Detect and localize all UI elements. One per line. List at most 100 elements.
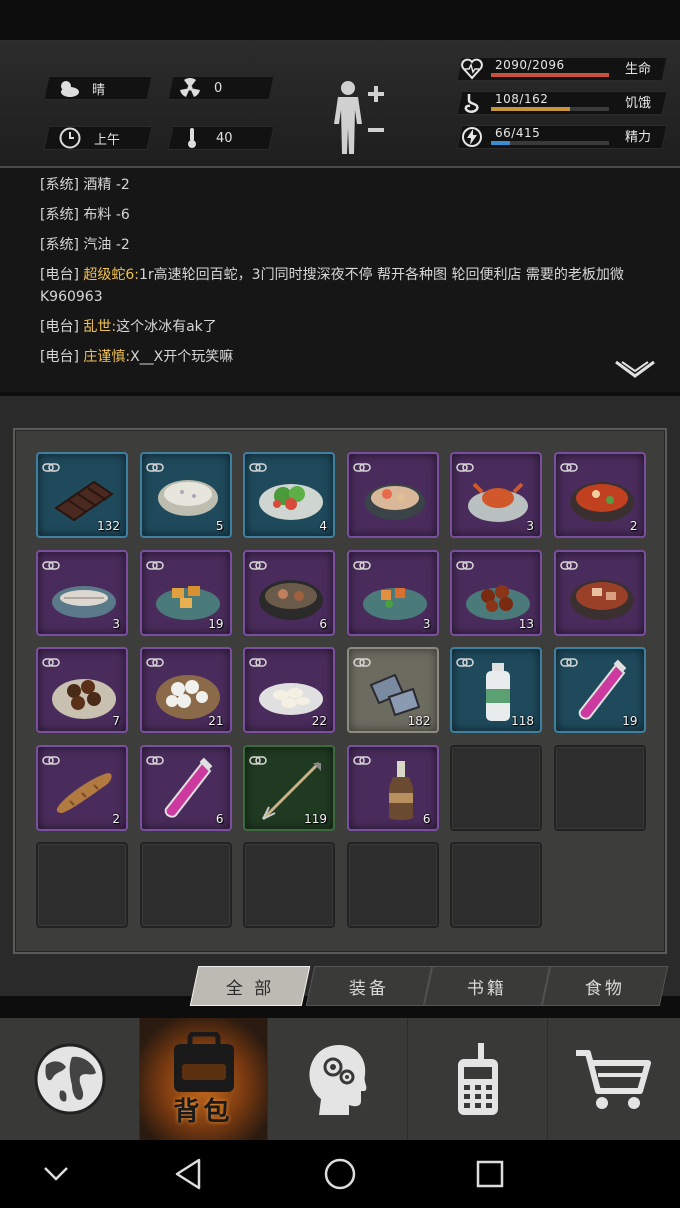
log-lines: [系统] 酒精 -2 [系统] 布料 -6 [系统] 汽油 -2 [电台] 超级蛇6:… bbox=[40, 174, 666, 368]
inventory-slot[interactable]: 7 bbox=[36, 647, 128, 733]
inventory-slot[interactable]: 3 bbox=[450, 452, 542, 538]
time-tag: 上午 bbox=[58, 126, 120, 150]
inventory-panel: 132 5 4 3 2 3 19 6 3 13 7 21 22 182 118 19 2 6 119 6 bbox=[0, 396, 680, 996]
log-entry-message: 酒精 -2 bbox=[83, 177, 130, 193]
nav-radio-button[interactable] bbox=[408, 1018, 548, 1140]
log-entry-user[interactable]: 乱世: bbox=[83, 319, 116, 335]
inventory-slot[interactable]: 182 bbox=[346, 647, 439, 733]
globe-icon bbox=[34, 1043, 105, 1115]
inventory-slot[interactable]: 13 bbox=[450, 549, 542, 636]
empty-slot[interactable] bbox=[346, 842, 439, 928]
radiation-icon bbox=[178, 76, 202, 100]
nav-map-button[interactable] bbox=[0, 1018, 140, 1140]
nav-backpack-button[interactable]: 背包 bbox=[140, 1018, 268, 1140]
tab-all-label: 全 部 bbox=[225, 978, 275, 999]
tab-equipment[interactable]: 装备 bbox=[305, 966, 433, 1006]
log-entry-user[interactable]: 庄谨慎: bbox=[83, 349, 130, 365]
molotov-icon bbox=[359, 757, 431, 821]
lightning-icon bbox=[461, 126, 483, 148]
energy-label: 精力 bbox=[625, 130, 652, 145]
log-entry: [电台] 乱世:这个冰冰有ak了 bbox=[40, 316, 666, 338]
inventory-slot[interactable]: 6 bbox=[139, 744, 232, 831]
log-entry-user[interactable]: 超级蛇6: bbox=[83, 267, 139, 283]
temperature-value: 40 bbox=[216, 130, 233, 146]
item-count: 6 bbox=[422, 811, 431, 826]
stomach-icon bbox=[461, 92, 483, 114]
item-count: 19 bbox=[208, 616, 224, 631]
heart-pulse-icon bbox=[461, 58, 483, 80]
inventory-slot[interactable]: 3 bbox=[346, 549, 439, 636]
energy-stat: 66/415 精力 bbox=[455, 124, 668, 150]
tab-equipment-label: 装备 bbox=[349, 978, 389, 999]
tab-food[interactable]: 食物 bbox=[541, 966, 669, 1006]
inventory-slot[interactable]: 5 bbox=[139, 452, 232, 538]
inventory-slot[interactable]: 4 bbox=[243, 452, 335, 538]
radiation-value: 0 bbox=[214, 80, 223, 96]
inventory-slot[interactable]: 19 bbox=[553, 647, 646, 733]
item-count: 118 bbox=[511, 714, 534, 728]
log-entry-prefix: [电台] bbox=[40, 319, 84, 335]
energy-bar-fill bbox=[491, 141, 510, 145]
item-count: 182 bbox=[407, 714, 431, 728]
health-label: 生命 bbox=[625, 62, 652, 77]
tab-all[interactable]: 全 部 bbox=[189, 966, 311, 1006]
log-entry-prefix: [系统] bbox=[40, 177, 84, 193]
hide-keyboard-button[interactable] bbox=[36, 1154, 76, 1194]
backpack-icon bbox=[173, 1032, 234, 1092]
system-recents-button[interactable] bbox=[470, 1154, 510, 1194]
system-back-button[interactable] bbox=[168, 1154, 208, 1194]
item-count: 2 bbox=[112, 811, 120, 826]
empty-slot[interactable] bbox=[139, 842, 232, 928]
inventory-slot[interactable]: 132 bbox=[36, 452, 128, 538]
clock-icon bbox=[58, 126, 82, 150]
item-count: 2 bbox=[629, 519, 638, 533]
empty-slot[interactable] bbox=[243, 842, 335, 928]
item-count: 3 bbox=[112, 616, 120, 631]
walkie-talkie-icon bbox=[457, 1043, 498, 1115]
thermometer-icon bbox=[180, 126, 204, 150]
log-entry: [电台] 庄谨慎:X__X开个玩笑嘛 bbox=[40, 346, 666, 368]
empty-slot[interactable] bbox=[36, 842, 128, 928]
health-stat: 2090/2096 生命 bbox=[455, 56, 668, 82]
item-count: 21 bbox=[208, 714, 224, 728]
inventory-slot[interactable]: 6 bbox=[346, 744, 439, 831]
empty-slot[interactable] bbox=[450, 842, 542, 928]
nav-shop-button[interactable] bbox=[548, 1018, 680, 1140]
inventory-slot[interactable]: 21 bbox=[139, 647, 232, 733]
inventory-slot[interactable] bbox=[346, 452, 439, 538]
inventory-slot[interactable]: 6 bbox=[243, 549, 335, 636]
item-count: 4 bbox=[319, 519, 327, 533]
brain-head-icon bbox=[308, 1045, 366, 1115]
inventory-slot[interactable]: 3 bbox=[36, 549, 128, 636]
health-value: 2090/2096 bbox=[495, 58, 565, 72]
expand-log-chevron-icon[interactable] bbox=[612, 358, 658, 382]
message-log[interactable]: [系统] 酒精 -2 [系统] 布料 -6 [系统] 汽油 -2 [电台] 超级蛇6:… bbox=[0, 168, 680, 392]
nav-backpack-label: 背包 bbox=[173, 1097, 234, 1127]
temperature-tag: 40 bbox=[180, 126, 233, 150]
log-entry-prefix: [电台] bbox=[40, 267, 84, 283]
log-entry-message: X__X开个玩笑嘛 bbox=[130, 349, 234, 365]
inventory-slot[interactable]: 19 bbox=[139, 549, 232, 636]
log-entry-message: 布料 -6 bbox=[83, 207, 130, 223]
hunger-value: 108/162 bbox=[495, 92, 549, 106]
nav-skills-button[interactable] bbox=[268, 1018, 408, 1140]
empty-slot[interactable] bbox=[553, 744, 646, 831]
braised-pork-icon bbox=[566, 562, 638, 626]
inventory-slot[interactable] bbox=[553, 549, 646, 636]
kungpao-dish-icon bbox=[359, 562, 431, 626]
tab-books[interactable]: 书籍 bbox=[423, 966, 551, 1006]
bottom-navigation: 背包 bbox=[0, 1018, 680, 1140]
cloudy-sun-icon bbox=[56, 76, 80, 100]
inventory-slot[interactable]: 22 bbox=[243, 647, 335, 733]
inventory-slot[interactable]: 2 bbox=[36, 744, 128, 831]
system-home-button[interactable] bbox=[320, 1154, 360, 1194]
inventory-slot[interactable]: 118 bbox=[450, 647, 542, 733]
inventory-slot[interactable]: 119 bbox=[243, 744, 335, 831]
log-entry-prefix: [电台] bbox=[40, 349, 84, 365]
inventory-slot[interactable]: 2 bbox=[553, 452, 646, 538]
health-bar bbox=[491, 73, 609, 77]
item-count: 3 bbox=[526, 519, 534, 533]
empty-slot[interactable] bbox=[450, 744, 542, 831]
body-status-button[interactable] bbox=[328, 80, 394, 156]
inventory-grid: 132 5 4 3 2 3 19 6 3 13 7 21 22 182 118 19 2 6 119 6 bbox=[13, 428, 667, 954]
